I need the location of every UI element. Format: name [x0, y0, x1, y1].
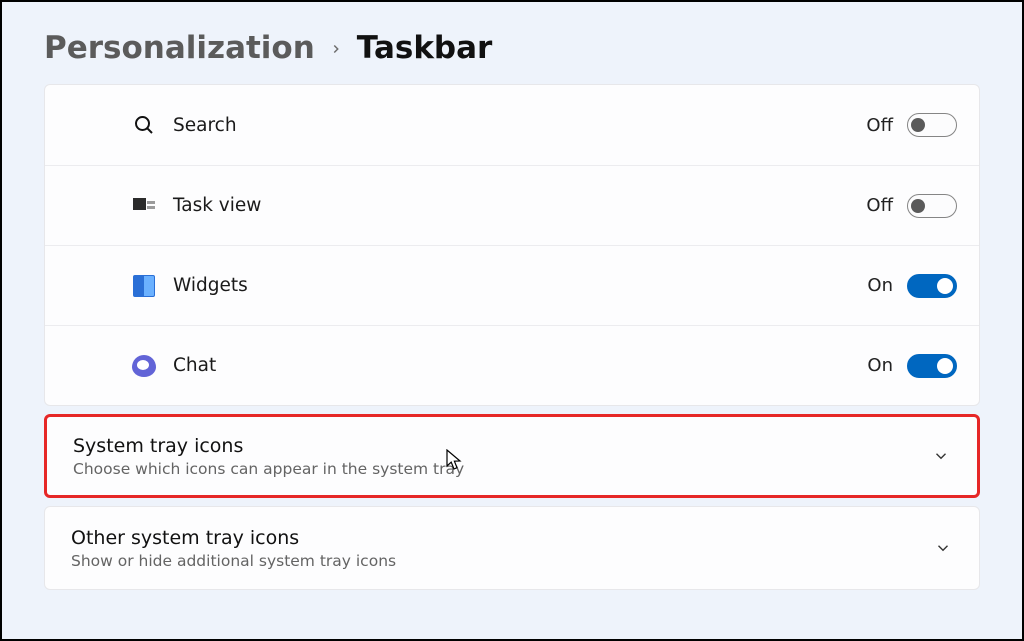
widgets-toggle[interactable] [907, 274, 957, 298]
row-label: Widgets [173, 275, 867, 296]
expander-text: Other system tray icons Show or hide add… [71, 527, 933, 570]
toggle-state-label: On [867, 355, 893, 376]
toggle-state-label: On [867, 275, 893, 296]
row-label: Chat [173, 355, 867, 376]
expander-title: System tray icons [73, 435, 931, 457]
taskview-toggle[interactable] [907, 194, 957, 218]
row-widgets: Widgets On [45, 245, 979, 325]
breadcrumb-parent[interactable]: Personalization [44, 30, 315, 66]
row-taskview: Task view Off [45, 165, 979, 245]
row-label: Task view [173, 195, 866, 216]
row-chat: Chat On [45, 325, 979, 405]
row-search: Search Off [45, 85, 979, 165]
toggle-state-label: Off [866, 115, 893, 136]
taskview-icon [131, 193, 157, 219]
chat-icon [131, 353, 157, 379]
expander-system-tray-icons[interactable]: System tray icons Choose which icons can… [44, 414, 980, 498]
widgets-icon [131, 273, 157, 299]
taskbar-items-card: Search Off Task view Off Widgets On Chat… [44, 84, 980, 406]
expander-title: Other system tray icons [71, 527, 933, 549]
chevron-right-icon [329, 34, 343, 62]
expander-subtitle: Show or hide additional system tray icon… [71, 552, 933, 570]
chevron-down-icon [931, 446, 951, 466]
expander-subtitle: Choose which icons can appear in the sys… [73, 460, 931, 478]
chat-toggle[interactable] [907, 354, 957, 378]
row-label: Search [173, 115, 866, 136]
expander-other-system-tray-icons[interactable]: Other system tray icons Show or hide add… [44, 506, 980, 590]
search-toggle[interactable] [907, 113, 957, 137]
breadcrumb: Personalization Taskbar [44, 30, 980, 66]
search-icon [131, 112, 157, 138]
expander-text: System tray icons Choose which icons can… [73, 435, 931, 478]
breadcrumb-current: Taskbar [357, 30, 493, 66]
chevron-down-icon [933, 538, 953, 558]
toggle-state-label: Off [866, 195, 893, 216]
